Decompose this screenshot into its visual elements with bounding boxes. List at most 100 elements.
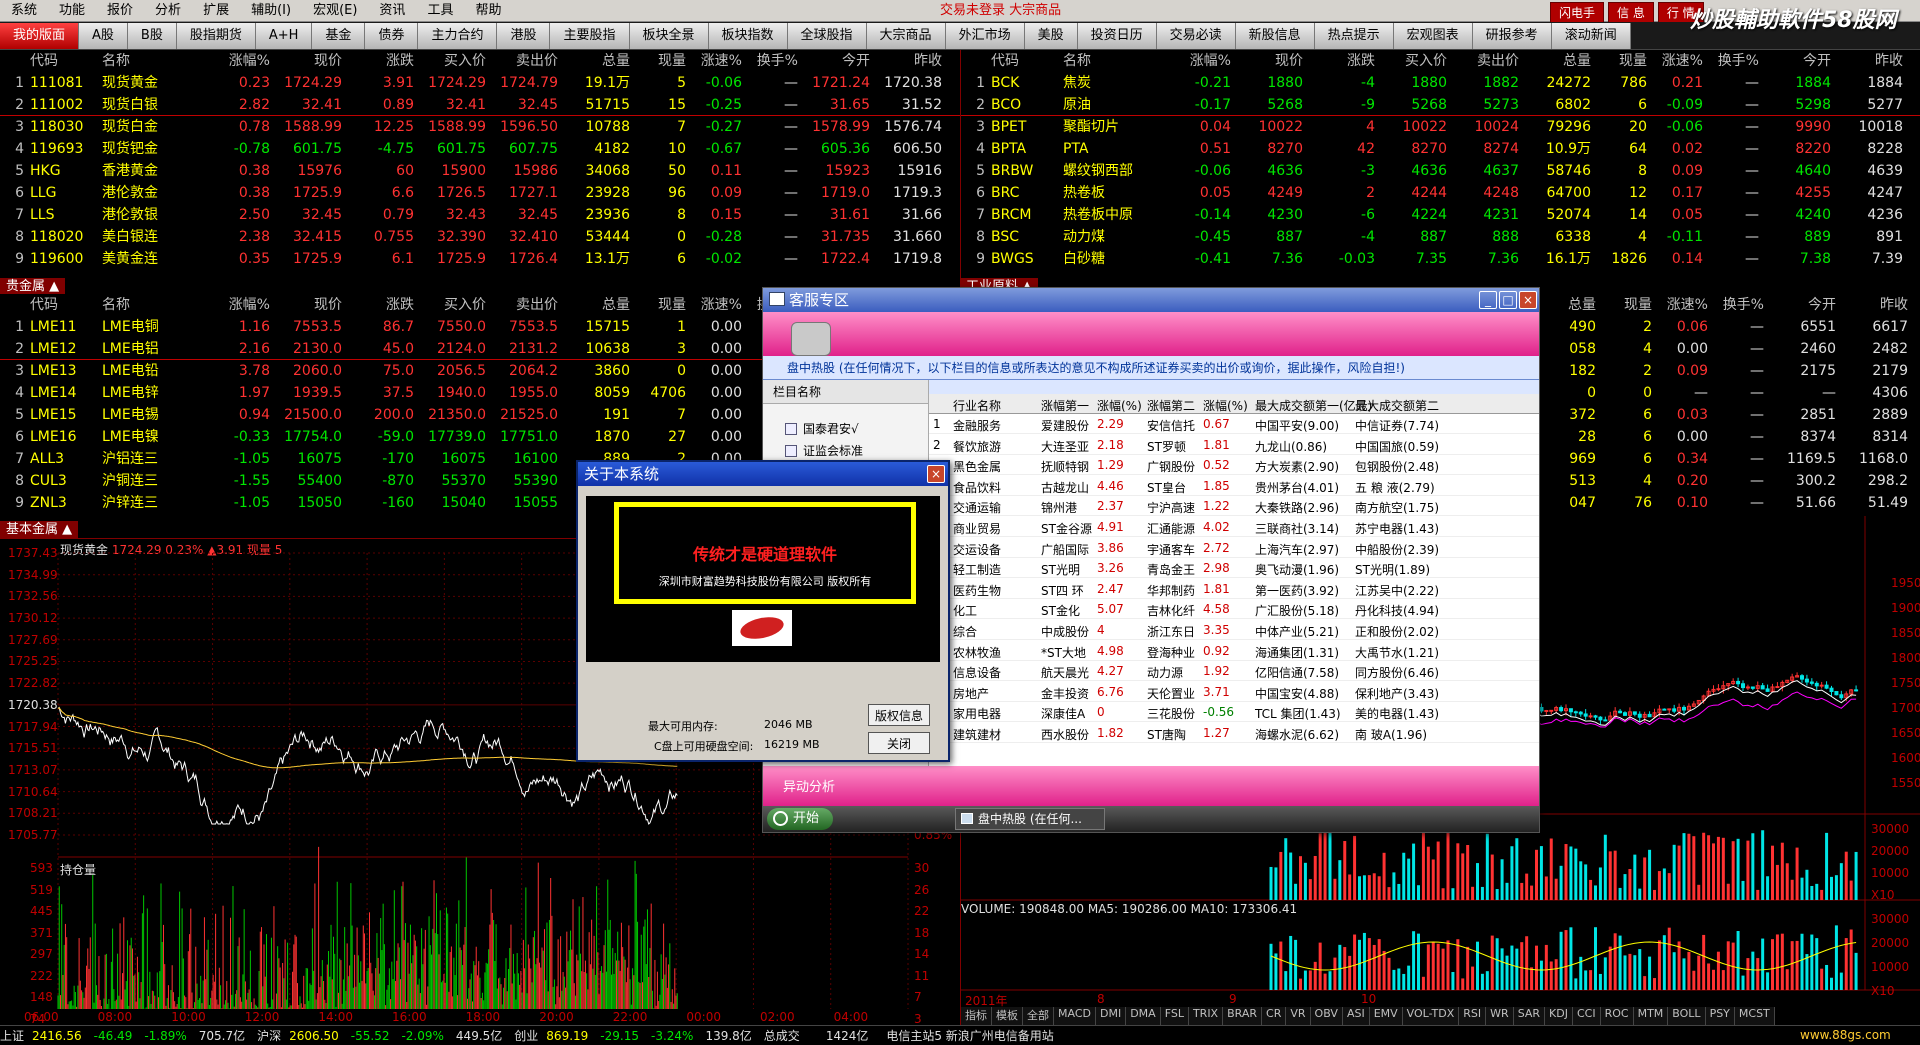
maximize-button[interactable]: □ bbox=[1499, 291, 1517, 309]
indicator-tab[interactable]: 全部 bbox=[1023, 1007, 1054, 1025]
indicator-tab[interactable]: CR bbox=[1262, 1007, 1287, 1025]
table-row[interactable]: 0 0 — — — 4306 bbox=[1540, 382, 1920, 404]
about-window[interactable]: 关于本系统 × 传统才是硬道理软件 深圳市财富趋势科技股份有限公司 版权所有 最… bbox=[576, 460, 950, 762]
indicator-tab[interactable]: MTM bbox=[1634, 1007, 1669, 1025]
column-header[interactable]: 卖出价 bbox=[486, 294, 558, 316]
tab[interactable]: A股 bbox=[79, 22, 128, 49]
anomaly-analysis-link[interactable]: 异动分析 bbox=[783, 776, 835, 795]
column-header[interactable]: 涨速% bbox=[686, 294, 742, 316]
grid-row[interactable]: 4食品饮料古越龙山4.46ST皇台1.85贵州茅台(4.01)五 粮 液(2.7… bbox=[929, 476, 1539, 496]
tab[interactable]: 热点提示 bbox=[1314, 22, 1394, 49]
column-header[interactable]: 涨跌 bbox=[342, 294, 414, 316]
column-header[interactable]: 涨幅% bbox=[1159, 50, 1231, 72]
tab[interactable]: 主要股指 bbox=[550, 22, 630, 49]
tab[interactable]: 滚动新闻 bbox=[1551, 22, 1631, 49]
grid-column-header[interactable]: 最大成交额第二 bbox=[1355, 397, 1439, 414]
table-row[interactable]: 8 118020 美白银连 2.38 32.415 0.755 32.390 32.410 53… bbox=[0, 226, 960, 248]
menu-item[interactable]: 工具 bbox=[416, 0, 464, 22]
column-header[interactable]: 涨幅% bbox=[198, 294, 270, 316]
table-row[interactable]: 7 BRCM 热卷板中原 -0.14 4230 -6 4224 4231 52074 14 0.05… bbox=[961, 204, 1920, 226]
grid-row[interactable]: 7交运设备广船国际3.86宇通客车2.72上海汽车(2.97)中船股份(2.39… bbox=[929, 538, 1539, 558]
grid-row[interactable]: 1 金融服务 爱建股份 2.29 安信信托 0.67 中国平安(9.00) 中信证券(7.74… bbox=[929, 414, 1539, 434]
tab[interactable]: 大宗商品 bbox=[866, 22, 946, 49]
table-row[interactable]: 6 BRC 热卷板 0.05 4249 2 4244 4248 64700 12 0.17 — 4255… bbox=[961, 182, 1920, 204]
indicator-tab[interactable]: OBV bbox=[1311, 1007, 1343, 1025]
tab[interactable]: 板块指数 bbox=[708, 22, 788, 49]
table-row[interactable]: 3 118030 现货白金 0.78 1588.99 12.25 1588.99 1596.5… bbox=[0, 116, 960, 138]
table-row[interactable]: 047 76 0.10 — 51.66 51.49 bbox=[1540, 492, 1920, 514]
login-status[interactable]: 交易未登录 大宗商品 bbox=[940, 0, 1061, 22]
indicator-tab[interactable]: DMI bbox=[1096, 1007, 1127, 1025]
service-window-titlebar[interactable]: 客服专区 _ □ × bbox=[763, 288, 1539, 312]
table-row[interactable]: 28 6 0.00 — 8374 8314 bbox=[1540, 426, 1920, 448]
table-row[interactable]: 2 BCO 原油 -0.17 5268 -9 5268 5273 6802 6 -0.09 — 5298… bbox=[961, 94, 1920, 116]
column-header[interactable]: 现价 bbox=[270, 294, 342, 316]
table-row[interactable]: 372 6 0.03 — 2851 2889 bbox=[1540, 404, 1920, 426]
column-header[interactable]: 代码 bbox=[991, 50, 1063, 72]
column-header[interactable]: 名称 bbox=[102, 294, 198, 316]
table-row[interactable]: 058 4 0.00 — 2460 2482 bbox=[1540, 338, 1920, 360]
tab[interactable]: 美股 bbox=[1024, 22, 1078, 49]
table-row[interactable]: 4 119693 现货钯金 -0.78 601.75 -4.75 601.75 607.75 4… bbox=[0, 138, 960, 160]
column-header[interactable]: 换手% bbox=[1703, 50, 1759, 72]
indicator-tab[interactable]: KDJ bbox=[1545, 1007, 1573, 1025]
tab[interactable]: 宏观图表 bbox=[1393, 22, 1473, 49]
column-header[interactable]: 总量 bbox=[1540, 294, 1596, 316]
column-header[interactable]: 昨收 bbox=[1831, 50, 1903, 72]
menu-item[interactable]: 宏观(E) bbox=[302, 0, 368, 22]
grid-column-header[interactable]: 涨幅(%) bbox=[1097, 397, 1142, 414]
indicator-tab[interactable]: DMA bbox=[1126, 1007, 1161, 1025]
column-header[interactable]: 现量 bbox=[630, 294, 686, 316]
column-header[interactable]: 今开 bbox=[1759, 50, 1831, 72]
grid-row[interactable]: 11综合中成股份4浙江东日3.35中体产业(5.21)正和股份(2.02) bbox=[929, 620, 1539, 640]
tab[interactable]: 研报参考 bbox=[1472, 22, 1552, 49]
tab[interactable]: A+H bbox=[255, 22, 313, 49]
menu-item[interactable]: 报价 bbox=[96, 0, 144, 22]
indicator-tab[interactable]: 模板 bbox=[992, 1007, 1023, 1025]
grid-row[interactable]: 13信息设备航天晨光4.27动力源1.92亿阳信通(7.58)同方股份(6.46… bbox=[929, 661, 1539, 682]
quick-button[interactable]: 信 息 bbox=[1608, 2, 1654, 23]
grid-row[interactable]: 15家用电器深康佳A0三花股份-0.56TCL 集团(1.43)美的电器(1.4… bbox=[929, 702, 1539, 723]
tab[interactable]: 股指期货 bbox=[176, 22, 256, 49]
column-list-item[interactable]: 证监会标准 bbox=[763, 440, 928, 462]
column-header[interactable]: 买入价 bbox=[1375, 50, 1447, 72]
column-header[interactable]: 卖出价 bbox=[1447, 50, 1519, 72]
table-row[interactable]: 1 111081 现货黄金 0.23 1724.29 3.91 1724.29 1724.79… bbox=[0, 72, 960, 94]
column-header[interactable]: 换手% bbox=[1708, 294, 1764, 316]
grid-row[interactable]: 8轻工制造ST光明3.26青岛金王2.98奥飞动漫(1.96)ST光明(1.89… bbox=[929, 558, 1539, 579]
menu-item[interactable]: 功能 bbox=[48, 0, 96, 22]
indicator-tab[interactable]: ROC bbox=[1601, 1007, 1634, 1025]
column-header[interactable]: 买入价 bbox=[414, 50, 486, 72]
grid-row[interactable]: 9医药生物ST四 环2.47华邦制药1.81第一医药(3.92)江苏吴中(2.2… bbox=[929, 579, 1539, 599]
menu-item[interactable]: 资讯 bbox=[368, 0, 416, 22]
column-header[interactable]: 名称 bbox=[1063, 50, 1159, 72]
table-row[interactable]: 5 HKG 香港黄金 0.38 15976 60 15900 15986 34068 50 0.11… bbox=[0, 160, 960, 182]
tab[interactable]: 债券 bbox=[365, 22, 419, 49]
column-list-item[interactable]: 国泰君安√ bbox=[763, 418, 928, 440]
indicator-tab[interactable]: EMV bbox=[1370, 1007, 1403, 1025]
indicator-tab[interactable]: CCI bbox=[1573, 1007, 1601, 1025]
tab[interactable]: 港股 bbox=[497, 22, 551, 49]
grid-row[interactable]: 2 餐饮旅游 大连圣亚 2.18 ST罗顿 1.81 九龙山(0.86) 中国国旅(0.59) bbox=[929, 435, 1539, 455]
column-header[interactable]: 总量 bbox=[558, 50, 630, 72]
table-row[interactable]: 7 LLS 港伦敦银 2.50 32.45 0.79 32.43 32.45 23936 8 0.1… bbox=[0, 204, 960, 226]
indicator-tab[interactable]: 指标 bbox=[961, 1007, 992, 1025]
quick-button[interactable]: 闪电手 bbox=[1550, 2, 1605, 23]
column-header[interactable]: 总量 bbox=[1519, 50, 1591, 72]
column-header[interactable]: 总量 bbox=[558, 294, 630, 316]
column-header[interactable]: 涨速% bbox=[1647, 50, 1703, 72]
column-header[interactable]: 今开 bbox=[798, 50, 870, 72]
table-row[interactable]: 8 BSC 动力煤 -0.45 887 -4 887 888 6338 4 -0.11 — 889 891 bbox=[961, 226, 1920, 248]
index-quote[interactable]: 上证 2416.56 -46.49 -1.89% 705.7亿 bbox=[0, 1027, 251, 1044]
menu-item[interactable]: 分析 bbox=[144, 0, 192, 22]
column-header[interactable]: 涨幅% bbox=[198, 50, 270, 72]
tab[interactable]: 我的版面 bbox=[0, 22, 80, 49]
column-header[interactable]: 现量 bbox=[630, 50, 686, 72]
indicator-tab[interactable]: BOLL bbox=[1668, 1007, 1706, 1025]
menu-item[interactable]: 系统 bbox=[0, 0, 48, 22]
table-row[interactable]: 182 2 0.09 — 2175 2179 bbox=[1540, 360, 1920, 382]
grid-column-header[interactable]: 行业名称 bbox=[953, 397, 1001, 414]
indicator-tab[interactable]: VOL-TDX bbox=[1403, 1007, 1460, 1025]
grid-row[interactable]: 6商业贸易ST金谷源4.91汇通能源4.02三联商社(3.14)苏宁电器(1.4… bbox=[929, 517, 1539, 537]
about-close-button[interactable]: 关闭 bbox=[868, 732, 930, 754]
